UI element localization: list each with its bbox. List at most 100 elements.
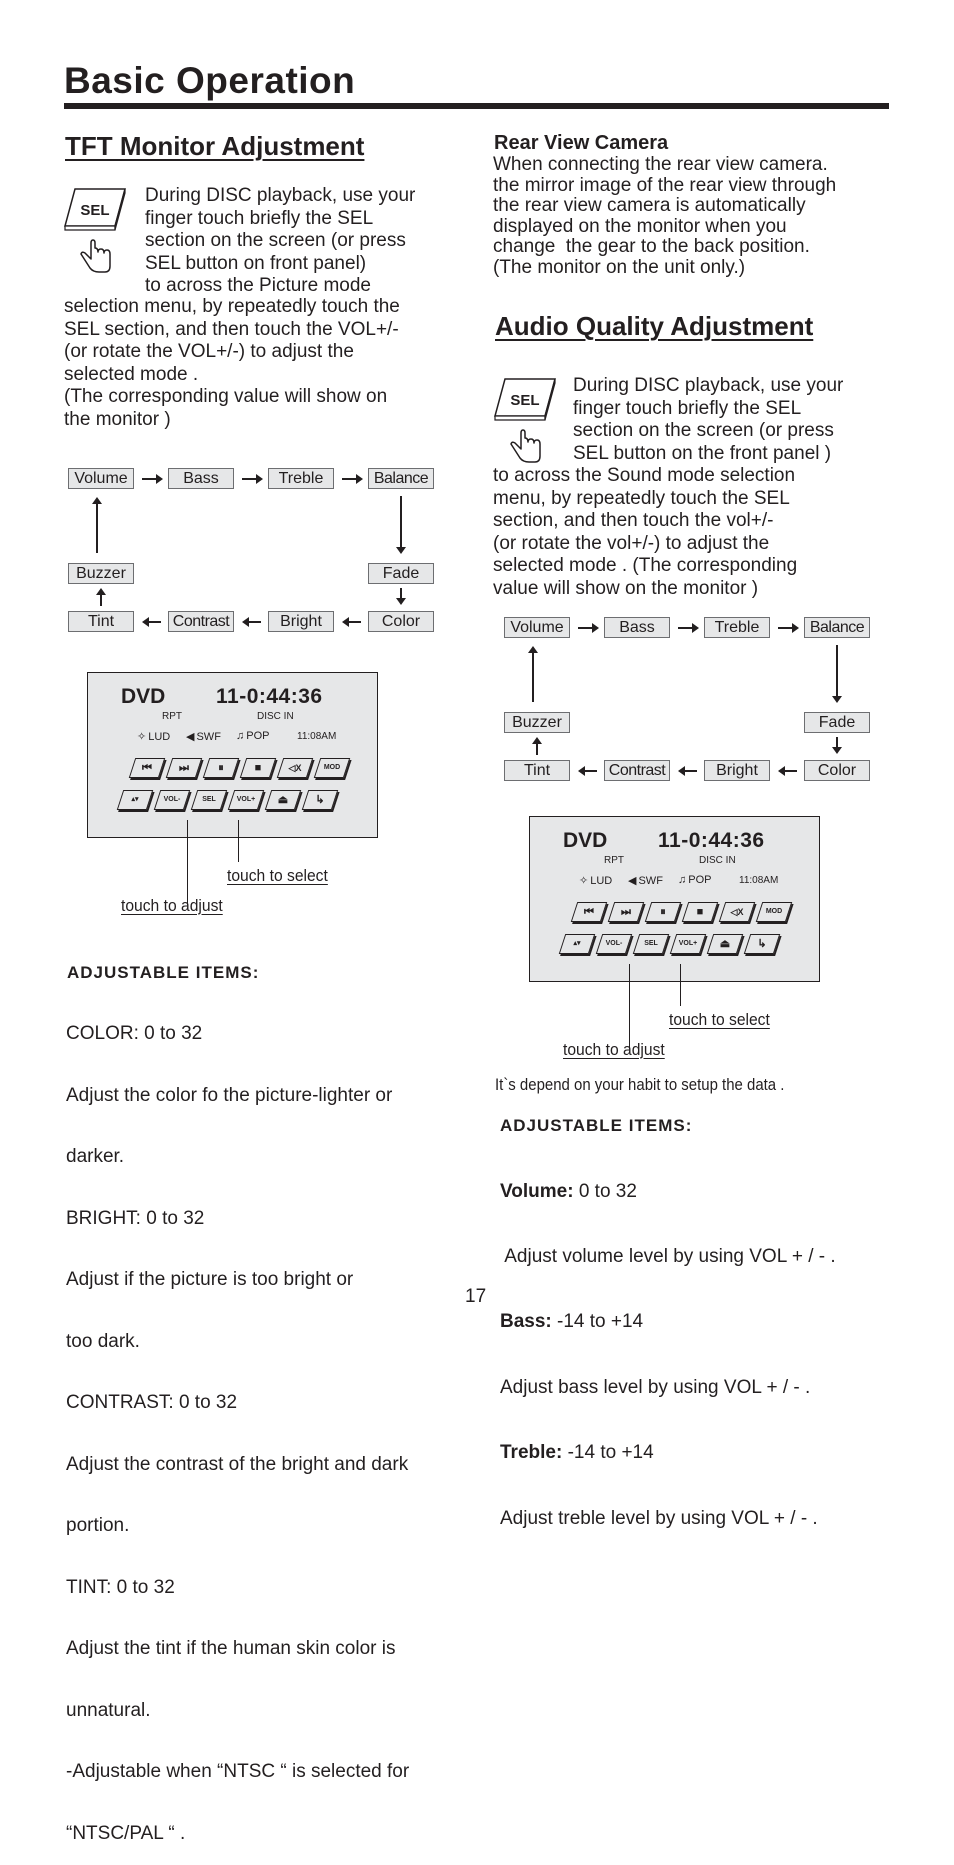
eq-status: ♫ POP — [236, 730, 270, 742]
flow-bass: Bass — [168, 468, 234, 489]
flow-color: Color — [368, 611, 434, 632]
mute-button[interactable]: ◁X — [718, 902, 756, 925]
sel-button[interactable]: SEL — [632, 934, 670, 957]
arrow-right — [678, 623, 699, 633]
audio-heading: Audio Quality Adjustment — [495, 311, 814, 341]
mode-button[interactable]: MOD — [313, 758, 351, 781]
sel-key-icon: SEL — [64, 188, 126, 231]
audio-monitor-screen: DVD 11-0:44:36 RPT DISC IN ✧ LUD ◀ SWF ♫ PO… — [529, 816, 820, 982]
item-line: BRIGHT: 0 to 32 — [66, 1207, 205, 1229]
tft-intro-full: selection menu, by repeatedly touch the … — [64, 296, 400, 430]
item-line: -Adjustable when “NTSC “ is selected for — [66, 1761, 410, 1782]
flow-volume: Volume — [504, 617, 570, 638]
item-line: unnatural. — [66, 1699, 151, 1721]
eject-icon: ⏏ — [277, 794, 289, 806]
arrow-up — [532, 737, 542, 755]
disc-indicator: DISC IN — [257, 711, 294, 722]
next-track-button[interactable]: ⏭ — [607, 902, 645, 925]
eject-button[interactable]: ⏏ — [264, 790, 302, 813]
pause-icon: ⏸ — [218, 762, 224, 774]
vol-up-button[interactable]: VOL+ — [227, 790, 265, 813]
item-range-volume: Volume: 0 to 32 — [500, 1180, 637, 1202]
vol-down-button[interactable]: VOL- — [153, 790, 191, 813]
vol-up-button[interactable]: VOL+ — [669, 934, 707, 957]
pointing-hand-icon — [510, 429, 541, 463]
mode-button[interactable]: MOD — [755, 902, 793, 925]
item-line: Adjust the contrast of the bright and da… — [66, 1453, 409, 1475]
touch-to-select-callout: touch to select — [669, 1010, 770, 1029]
flow-buzzer: Buzzer — [504, 712, 570, 733]
flow-tint: Tint — [504, 760, 570, 781]
music-note-icon: ♫ — [678, 874, 687, 886]
setup-note: It`s depend on your habit to setup the d… — [495, 1075, 785, 1094]
touch-to-adjust-callout: touch to adjust — [563, 1040, 665, 1059]
eject-button[interactable]: ⏏ — [706, 934, 744, 957]
loudness-status: ✧ LUD — [137, 730, 171, 744]
return-button[interactable]: ↳ — [301, 790, 339, 813]
title-rule — [64, 103, 889, 109]
touch-to-adjust-callout: touch to adjust — [121, 896, 223, 915]
stop-button[interactable]: ■ — [239, 758, 277, 781]
sel-touch-icon: SEL — [494, 378, 556, 463]
prev-icon: ⏮ — [142, 762, 152, 774]
up-down-icon: ▴▾ — [131, 796, 139, 803]
tft-adjustable-heading: ADJUSTABLE ITEMS: — [67, 963, 260, 982]
prev-icon: ⏮ — [584, 906, 594, 918]
callout-line-select — [680, 964, 682, 1006]
arrow-up — [528, 646, 538, 702]
arrow-left — [242, 617, 261, 627]
item-range-treble: Treble: -14 to +14 — [500, 1442, 654, 1464]
next-track-button[interactable]: ⏭ — [165, 758, 203, 781]
return-button[interactable]: ↳ — [743, 934, 781, 957]
screen-button-row-2: ▴▾ VOL- SEL VOL+ ⏏ ↳ — [558, 934, 781, 957]
item-line: Adjust the tint if the human skin color … — [66, 1638, 396, 1659]
flow-balance: Balance — [368, 468, 434, 489]
item-line: too dark. — [66, 1330, 140, 1352]
stop-icon: ■ — [696, 906, 704, 918]
arrow-left — [142, 617, 161, 627]
sel-button[interactable]: SEL — [190, 790, 228, 813]
music-note-icon: ♫ — [236, 730, 245, 742]
arrow-left — [342, 617, 361, 627]
eq-status: ♫ POP — [678, 874, 712, 886]
subwoofer-status: ◀ SWF — [186, 730, 221, 744]
repeat-indicator: RPT — [604, 855, 624, 866]
sel-key-icon: SEL — [494, 378, 556, 421]
callout-line-select — [238, 820, 240, 862]
up-down-button[interactable]: ▴▾ — [116, 790, 154, 813]
playback-time: 11-0:44:36 — [658, 829, 765, 852]
pointing-hand-icon — [80, 239, 111, 273]
rear-camera-heading: Rear View Camera — [494, 132, 669, 154]
screen-button-row-2: ▴▾ VOL- SEL VOL+ ⏏ ↳ — [116, 790, 339, 813]
flow-contrast: Contrast — [604, 760, 670, 781]
pause-button[interactable]: ⏸ — [202, 758, 240, 781]
arrow-right — [342, 474, 363, 484]
stop-button[interactable]: ■ — [681, 902, 719, 925]
prev-track-button[interactable]: ⏮ — [570, 902, 608, 925]
screen-button-row-1: ⏮ ⏭ ⏸ ■ ◁X MOD — [570, 902, 793, 925]
mute-button[interactable]: ◁X — [276, 758, 314, 781]
tft-intro-indented: During DISC playback, use your finger to… — [145, 185, 416, 297]
arrow-right — [142, 474, 163, 484]
loudness-icon: ✧ — [137, 731, 147, 743]
up-down-button[interactable]: ▴▾ — [558, 934, 596, 957]
prev-track-button[interactable]: ⏮ — [128, 758, 166, 781]
flow-treble: Treble — [704, 617, 770, 638]
arrow-down — [396, 588, 406, 605]
page-title: Basic Operation — [64, 60, 356, 101]
mute-icon: ◁X — [288, 763, 302, 773]
rear-camera-text: When connecting the rear view camera. th… — [493, 154, 837, 278]
audio-adjustable-heading: ADJUSTABLE ITEMS: — [500, 1116, 693, 1135]
tft-flowchart: Volume Bass Treble Balance Fade Color Br… — [68, 468, 438, 638]
stop-icon: ■ — [254, 762, 262, 774]
return-icon: ↳ — [315, 794, 325, 806]
flow-fade: Fade — [804, 712, 870, 733]
item-desc-treble: Adjust treble level by using VOL + / - . — [500, 1507, 818, 1529]
speaker-icon: ◀ — [628, 875, 637, 887]
vol-down-button[interactable]: VOL- — [595, 934, 633, 957]
flow-color: Color — [804, 760, 870, 781]
pause-button[interactable]: ⏸ — [644, 902, 682, 925]
svg-text:SEL: SEL — [510, 392, 539, 409]
up-down-icon: ▴▾ — [573, 940, 581, 947]
item-line: TINT: 0 to 32 — [66, 1576, 175, 1598]
